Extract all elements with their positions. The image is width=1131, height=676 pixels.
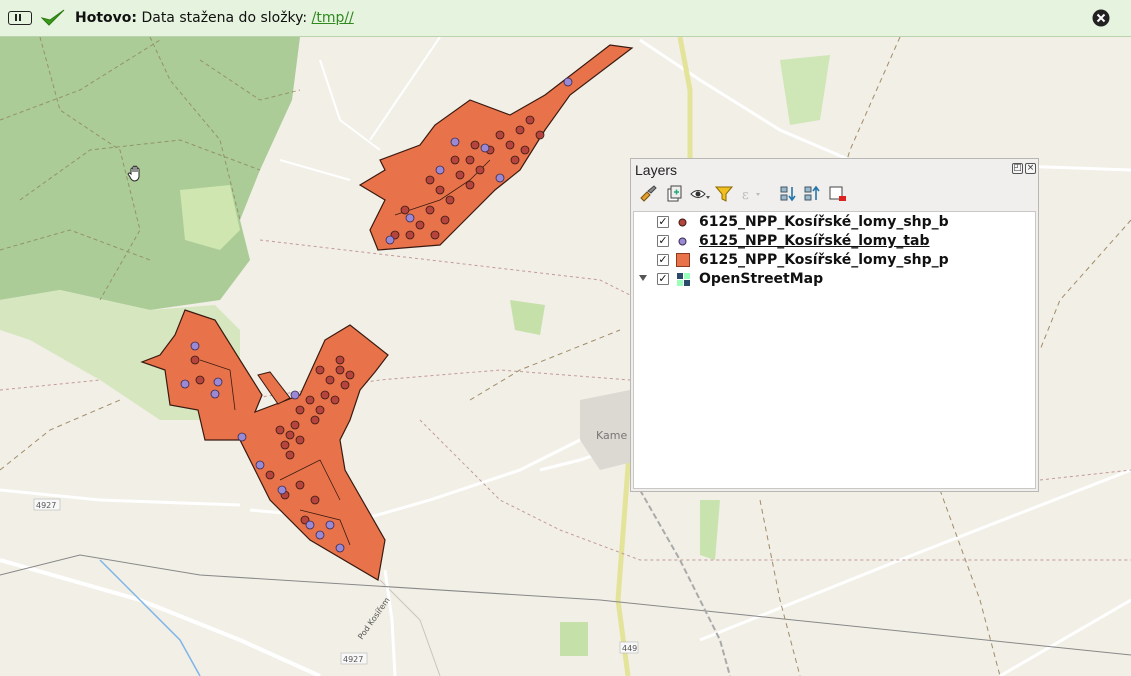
close-icon[interactable] [1092,9,1110,27]
road-label-4927: 4927 [343,655,363,664]
paint-brush-icon[interactable] [637,183,659,205]
meadow-area [560,622,588,656]
panel-title: Layers [635,162,678,178]
place-label: Kame [596,429,627,442]
remove-layer-icon[interactable] [827,183,849,205]
float-panel-icon[interactable]: ◰ [1012,163,1023,174]
layer-visibility-checkbox[interactable]: ✓ [657,254,669,266]
message-title: Hotovo: [75,10,137,26]
layer-item-shp-p[interactable]: ✓ 6125_NPP_Kosířské_lomy_shp_p [634,251,1034,270]
layer-name: 6125_NPP_Kosířské_lomy_shp_b [699,214,949,230]
close-panel-icon[interactable]: × [1025,163,1036,174]
layer-name: 6125_NPP_Kosířské_lomy_tab [699,233,930,249]
meadow-area [510,300,545,335]
road-label-449: 449 [622,644,637,653]
layers-tree: ✓ 6125_NPP_Kosířské_lomy_shp_b ✓ 6125_NP… [633,211,1036,489]
layer-name: OpenStreetMap [699,271,824,287]
eye-icon[interactable] [689,183,711,205]
polygon-symbol-icon [676,253,690,267]
layer-item-shp-b[interactable]: ✓ 6125_NPP_Kosířské_lomy_shp_b [634,213,1034,232]
layer-visibility-checkbox[interactable]: ✓ [657,273,669,285]
layer-name: 6125_NPP_Kosířské_lomy_shp_p [699,252,949,268]
layer-item-tab[interactable]: ✓ 6125_NPP_Kosířské_lomy_tab [634,232,1034,251]
layers-panel: Layers ◰ × ε ✓ 6125_NPP_Kosířské_lomy_sh… [630,158,1039,492]
expand-all-icon[interactable] [777,183,799,205]
svg-text:ε: ε [742,188,749,203]
add-group-icon[interactable] [663,183,685,205]
filter-icon[interactable] [713,183,735,205]
point-symbol-icon [678,218,687,227]
layers-toolbar: ε [635,183,1035,205]
point-symbol-icon [678,237,687,246]
raster-icon [677,273,690,286]
collapse-all-icon[interactable] [801,183,823,205]
expression-filter-icon[interactable]: ε [739,183,761,205]
layer-visibility-checkbox[interactable]: ✓ [657,216,669,228]
pause-icon[interactable] [8,11,32,25]
road-label-4927: 4927 [36,501,56,510]
message-bar: Hotovo: Data stažena do složky: /tmp// [0,0,1131,37]
message-body: Data stažena do složky: [141,10,308,26]
success-check-icon [41,9,65,26]
message-text: Hotovo: Data stažena do složky: /tmp// [75,10,354,26]
message-folder-link[interactable]: /tmp// [312,10,354,26]
expander-arrow-icon[interactable] [639,275,647,281]
layer-visibility-checkbox[interactable]: ✓ [657,235,669,247]
layer-item-openstreetmap[interactable]: ✓ OpenStreetMap [634,270,1034,289]
